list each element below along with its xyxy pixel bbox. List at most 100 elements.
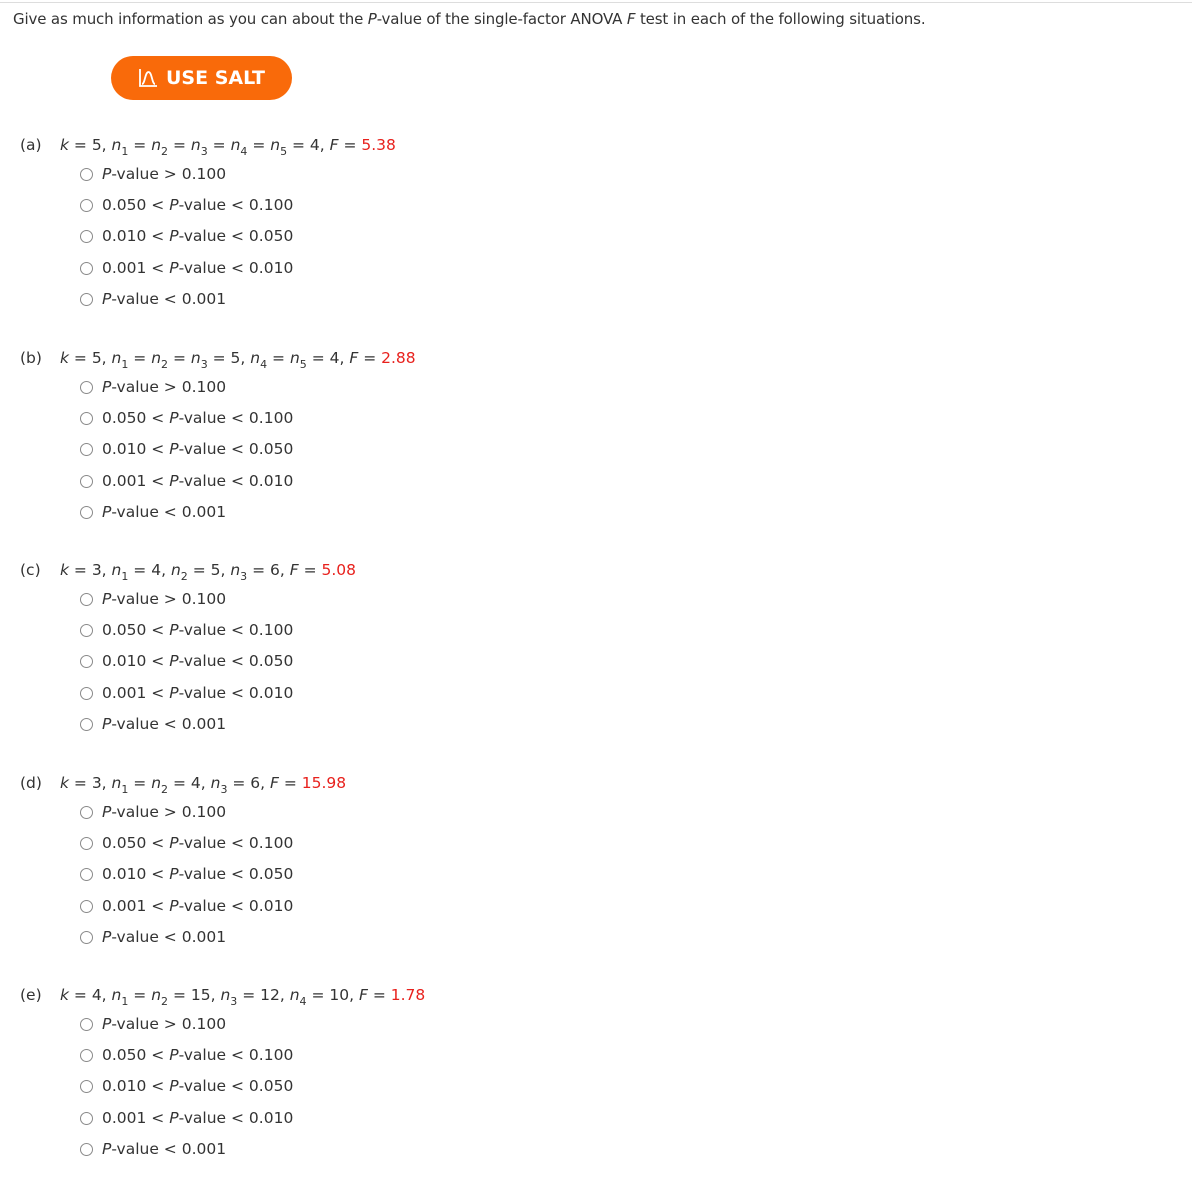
statement-text: = 10, [306, 986, 359, 1004]
radio-button[interactable] [80, 474, 93, 488]
option-p-symbol: P [169, 409, 179, 428]
answer-option[interactable]: P-value > 0.100 [80, 803, 820, 834]
part-statement: (c) k = 3, n1 = 4, n2 = 5, n3 = 6, F = 5.… [20, 558, 820, 582]
option-p-symbol: P [102, 1139, 112, 1158]
radio-button[interactable] [80, 292, 93, 306]
math-variable: n [151, 986, 162, 1004]
radio-button[interactable] [80, 837, 93, 851]
radio-button[interactable] [80, 412, 93, 426]
answer-option[interactable]: 0.001 < P-value < 0.010 [80, 684, 820, 715]
radio-button[interactable] [80, 899, 93, 913]
radio-button[interactable] [80, 1080, 93, 1094]
option-label: P-value < 0.001 [102, 290, 226, 308]
answer-option[interactable]: 0.010 < P-value < 0.050 [80, 1077, 820, 1108]
radio-button[interactable] [80, 199, 93, 213]
answer-option[interactable]: P-value > 0.100 [80, 590, 820, 621]
answer-option[interactable]: P-value < 0.001 [80, 1140, 820, 1171]
option-label: P-value < 0.001 [102, 928, 226, 946]
option-p-symbol: P [169, 258, 179, 277]
radio-button[interactable] [80, 624, 93, 638]
answer-option[interactable]: 0.001 < P-value < 0.010 [80, 259, 820, 290]
option-text-pre: 0.010 < [102, 1077, 170, 1096]
option-label: P-value > 0.100 [102, 590, 226, 608]
option-label: 0.010 < P-value < 0.050 [102, 440, 293, 458]
math-variable: n [289, 349, 300, 367]
radio-button[interactable] [80, 686, 93, 700]
option-label: 0.001 < P-value < 0.010 [102, 897, 293, 915]
answer-options: P-value > 0.100 0.050 < P-value < 0.100 0.… [80, 803, 820, 959]
math-variable: F [289, 561, 299, 579]
answer-option[interactable]: 0.050 < P-value < 0.100 [80, 621, 820, 652]
statement-text: = 4, [287, 136, 330, 154]
math-variable: F [329, 136, 339, 154]
question-part: (d) k = 3, n1 = n2 = 4, n3 = 6, F = 15.98… [20, 771, 820, 959]
answer-option[interactable]: 0.001 < P-value < 0.010 [80, 897, 820, 928]
radio-button[interactable] [80, 806, 93, 819]
answer-option[interactable]: 0.010 < P-value < 0.050 [80, 227, 820, 258]
radio-button[interactable] [80, 655, 93, 669]
option-text-post: -value < 0.010 [178, 683, 294, 702]
radio-button[interactable] [80, 1018, 93, 1031]
answer-option[interactable]: 0.050 < P-value < 0.100 [80, 1046, 820, 1077]
option-p-symbol: P [169, 471, 179, 490]
answer-option[interactable]: 0.001 < P-value < 0.010 [80, 1109, 820, 1140]
answer-option[interactable]: 0.010 < P-value < 0.050 [80, 440, 820, 471]
answer-option[interactable]: P-value > 0.100 [80, 165, 820, 196]
option-text-post: -value < 0.100 [178, 1046, 294, 1065]
option-label: 0.050 < P-value < 0.100 [102, 1046, 293, 1064]
answer-option[interactable]: 0.010 < P-value < 0.050 [80, 865, 820, 896]
radio-button[interactable] [80, 505, 93, 519]
part-letter: (d) [20, 774, 42, 792]
radio-button[interactable] [80, 168, 93, 181]
answer-option[interactable]: P-value < 0.001 [80, 715, 820, 746]
radio-button[interactable] [80, 868, 93, 882]
answer-option[interactable]: P-value < 0.001 [80, 503, 820, 534]
statement-text: = [207, 136, 231, 154]
math-variable: n [230, 561, 241, 579]
option-label: P-value > 0.100 [102, 378, 226, 396]
option-p-symbol: P [102, 803, 112, 821]
answer-option[interactable]: P-value > 0.100 [80, 378, 820, 409]
option-label: 0.010 < P-value < 0.050 [102, 1077, 293, 1095]
math-variable: F [270, 774, 279, 792]
statement-text: = [338, 136, 362, 154]
math-variable: n [250, 349, 261, 367]
statement-text: = 5, [68, 136, 112, 154]
option-text-post: -value < 0.100 [178, 621, 294, 640]
statement-text: = 6, [227, 774, 270, 792]
statement-text: = [278, 774, 302, 792]
answer-option[interactable]: 0.050 < P-value < 0.100 [80, 834, 820, 865]
statement-text: = [128, 774, 152, 792]
radio-button[interactable] [80, 1142, 93, 1156]
answer-option[interactable]: P-value > 0.100 [80, 1015, 820, 1046]
option-p-symbol: P [102, 289, 112, 308]
option-p-symbol: P [102, 378, 112, 396]
option-label: 0.050 < P-value < 0.100 [102, 196, 293, 214]
statement-text: = 4, [168, 774, 211, 792]
radio-button[interactable] [80, 443, 93, 457]
subscript: 3 [200, 358, 208, 371]
radio-button[interactable] [80, 261, 93, 275]
subscript: 2 [161, 145, 169, 158]
answer-option[interactable]: 0.010 < P-value < 0.050 [80, 652, 820, 683]
radio-button[interactable] [80, 1111, 93, 1125]
math-variable: k [60, 136, 69, 154]
statement-text: = [128, 136, 152, 154]
answer-option[interactable]: P-value < 0.001 [80, 290, 820, 321]
radio-button[interactable] [80, 381, 93, 394]
answer-option[interactable]: 0.050 < P-value < 0.100 [80, 196, 820, 227]
option-text-pre: 0.050 < [102, 196, 170, 215]
radio-button[interactable] [80, 930, 93, 944]
option-p-symbol: P [169, 196, 179, 215]
statement-text: = [367, 986, 391, 1004]
answer-option[interactable]: 0.001 < P-value < 0.010 [80, 472, 820, 503]
answer-option[interactable]: P-value < 0.001 [80, 928, 820, 959]
radio-button[interactable] [80, 717, 93, 731]
radio-button[interactable] [80, 1049, 93, 1063]
radio-button[interactable] [80, 230, 93, 244]
answer-option[interactable]: 0.050 < P-value < 0.100 [80, 409, 820, 440]
radio-button[interactable] [80, 593, 93, 606]
option-label: 0.050 < P-value < 0.100 [102, 834, 293, 852]
use-salt-button[interactable]: USE SALT [111, 56, 292, 100]
statement-text: = [128, 986, 152, 1004]
